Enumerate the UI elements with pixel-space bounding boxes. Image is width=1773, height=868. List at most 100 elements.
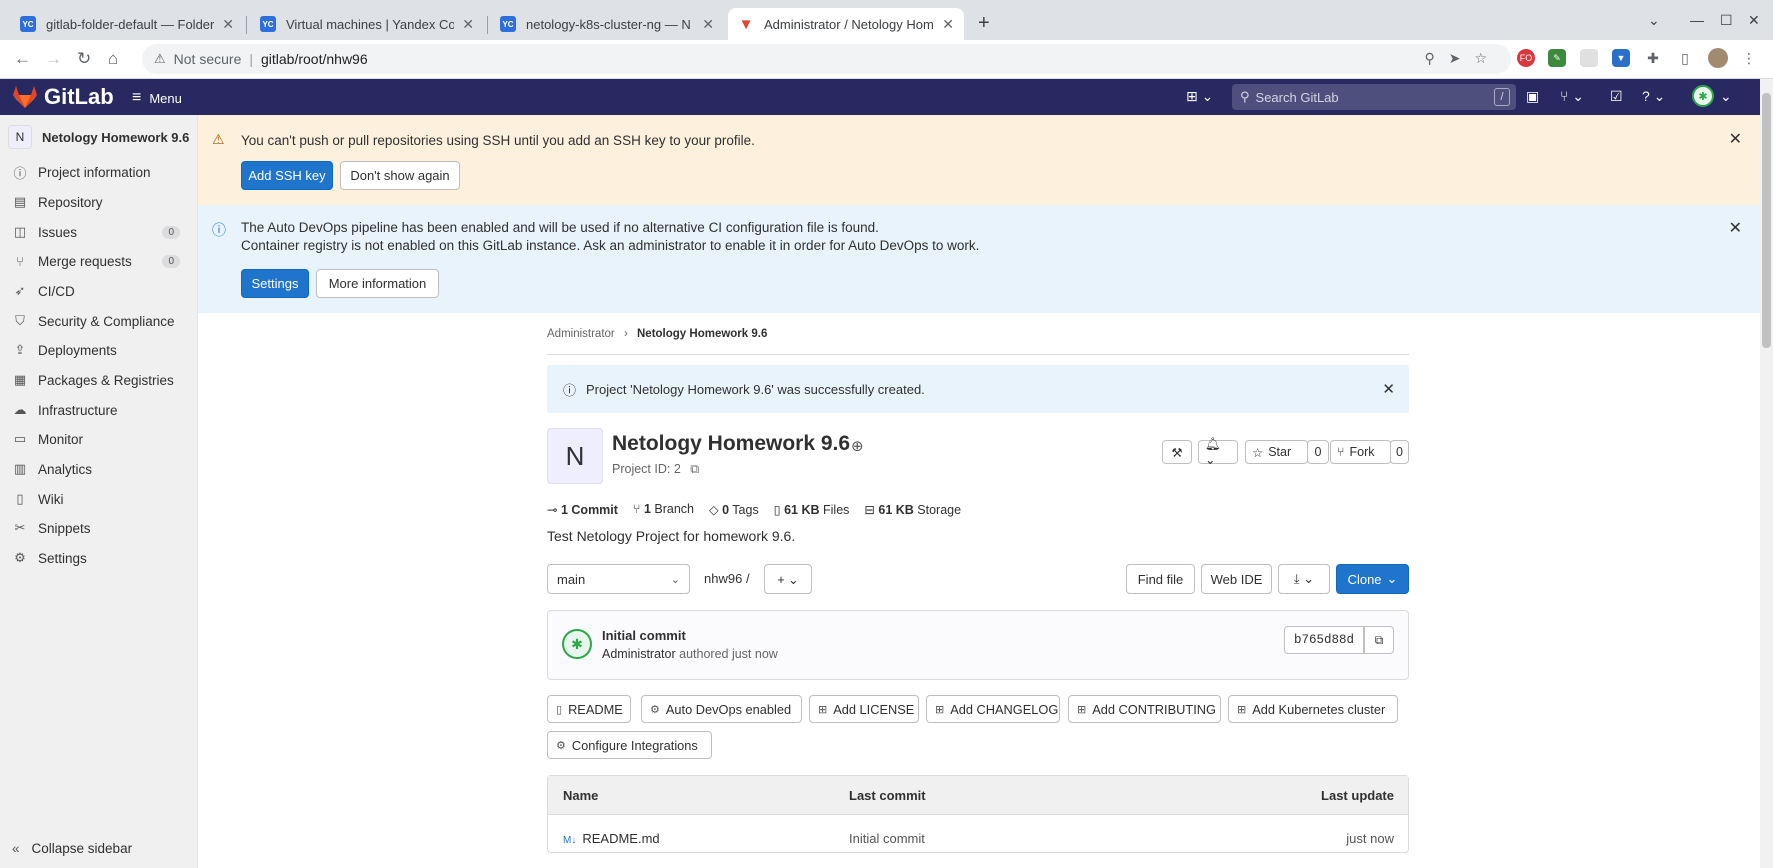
sidebar-item-project-information[interactable]: ⓘ Project information [12, 159, 192, 185]
sidebar-item-settings[interactable]: ⚙ Settings [12, 545, 192, 571]
star-count[interactable]: 0 [1307, 440, 1329, 464]
send-icon[interactable]: ➤ [1449, 50, 1475, 66]
bookmark-star-icon[interactable]: ☆ [1474, 50, 1501, 66]
create-new-icon[interactable]: ⊞ ⌄ [1186, 88, 1213, 105]
add-to-tree-button[interactable]: + ⌄ [764, 564, 812, 594]
sidebar-item-deployments[interactable]: ⇪ Deployments [12, 337, 192, 363]
extension-shield-icon[interactable]: ▼ [1612, 49, 1630, 67]
page-scrollbar[interactable] [1760, 79, 1773, 868]
sidebar-item-merge-requests[interactable]: ⑂ Merge requests 0 [12, 248, 192, 274]
sidebar-item-ci-cd[interactable]: ➶ CI/CD [12, 278, 192, 304]
commit-author[interactable]: Administrator [602, 647, 676, 661]
new-tab-icon[interactable]: + [978, 12, 990, 35]
profile-avatar[interactable] [1708, 48, 1728, 68]
file-name[interactable]: M↓ README.md [563, 831, 660, 846]
help-icon[interactable]: ? ⌄ [1642, 88, 1665, 105]
auto-devops-enabled-button[interactable]: ⚙ Auto DevOps enabled [641, 695, 802, 723]
copy-icon[interactable]: ⧉ [690, 462, 699, 476]
close-tab-icon[interactable]: ✕ [222, 16, 234, 33]
tab-search-icon[interactable]: ⌄ [1648, 12, 1660, 29]
gitlab-logo[interactable]: GitLab [12, 84, 114, 110]
web-ide-button[interactable]: Web IDE [1201, 564, 1272, 594]
fork-button[interactable]: ⑂ Fork [1330, 440, 1391, 464]
sidebar-item-packages[interactable]: ▦ Packages & Registries [12, 367, 192, 393]
browser-tab-1[interactable]: YC gitlab-folder-default — Folder ✕ [10, 8, 244, 40]
commit-sha[interactable]: b765d88d [1283, 626, 1364, 654]
download-button[interactable]: ⤓ ⌄ [1278, 564, 1330, 594]
readme-button[interactable]: ▯ README [547, 695, 631, 723]
tags-stat[interactable]: ◇ 0 Tags [709, 502, 759, 517]
sidebar-item-wiki[interactable]: ▯ Wiki [12, 486, 192, 512]
chevron-down-icon[interactable]: ⌄ [1720, 88, 1732, 105]
add-ssh-key-button[interactable]: Add SSH key [241, 161, 333, 190]
extension-fo-icon[interactable]: FO [1517, 49, 1535, 67]
file-last-commit[interactable]: Initial commit [849, 831, 925, 846]
sidebar-item-analytics[interactable]: ▥ Analytics [12, 456, 192, 482]
sidebar-item-security[interactable]: ⛉ Security & Compliance [12, 308, 192, 334]
commits-stat[interactable]: ⊸ 1 Commit [547, 502, 618, 517]
user-avatar[interactable]: ✱ [1692, 85, 1714, 107]
issues-header-icon[interactable]: ▣ [1526, 88, 1539, 105]
url-text[interactable]: gitlab/root/nhw96 [261, 51, 368, 67]
commit-title[interactable]: Initial commit [602, 628, 686, 643]
dont-show-again-button[interactable]: Don't show again [340, 161, 460, 190]
omnibox-actions[interactable]: ⚲➤☆ [1424, 50, 1501, 67]
breadcrumb-parent[interactable]: Administrator [547, 328, 615, 340]
close-icon[interactable]: ✕ [1729, 218, 1742, 238]
sidebar-project-header[interactable]: N Netology Homework 9.6 [8, 123, 190, 151]
security-label[interactable]: Not secure [174, 51, 242, 67]
add-kubernetes-cluster-button[interactable]: ⊞ Add Kubernetes cluster [1228, 695, 1398, 723]
side-panel-icon[interactable]: ▯ [1676, 49, 1694, 67]
sidebar-item-snippets[interactable]: ✂ Snippets [12, 515, 192, 541]
close-icon[interactable]: ✕ [1729, 129, 1742, 149]
files-stat[interactable]: ▯ 61 KB Files [774, 502, 850, 517]
notifications-wrench-button[interactable]: ⚒ [1162, 440, 1192, 464]
star-button[interactable]: ☆ Star [1245, 440, 1308, 464]
browser-tab-3[interactable]: YC netology-k8s-cluster-ng — N ✕ [490, 8, 724, 40]
todo-icon[interactable]: ☑ [1610, 88, 1623, 105]
reload-icon[interactable]: ↻ [77, 49, 91, 69]
notification-bell-button[interactable]: 🔔︎⌄ [1198, 437, 1238, 467]
storage-stat[interactable]: ⊟ 61 KB Storage [864, 502, 961, 517]
extensions-puzzle-icon[interactable]: ✚ [1644, 49, 1662, 67]
close-icon[interactable]: ✕ [1382, 380, 1395, 398]
extension-green-icon[interactable]: ✎ [1548, 49, 1566, 67]
repo-path-root[interactable]: nhw96 [704, 571, 742, 586]
sidebar-item-issues[interactable]: ◫ Issues 0 [12, 219, 192, 245]
close-tab-icon[interactable]: ✕ [942, 16, 954, 33]
more-information-button[interactable]: More information [316, 269, 439, 298]
minimize-icon[interactable]: — [1690, 12, 1704, 28]
sidebar-item-repository[interactable]: ▤ Repository [12, 189, 192, 215]
collapse-sidebar-button[interactable]: « Collapse sidebar [12, 841, 132, 856]
close-window-icon[interactable]: ✕ [1748, 12, 1760, 29]
breadcrumb-current[interactable]: Netology Homework 9.6 [637, 328, 767, 340]
extension-grey-icon[interactable] [1580, 49, 1598, 67]
search-input[interactable]: ⚲ Search GitLab / [1232, 84, 1516, 110]
browser-tab-4-active[interactable]: ▼ Administrator / Netology Hom ✕ [728, 8, 964, 40]
menu-button[interactable]: ≡ Menu [132, 89, 182, 107]
close-tab-icon[interactable]: ✕ [702, 16, 714, 33]
add-changelog-button[interactable]: ⊞ Add CHANGELOG [926, 695, 1060, 723]
clone-button[interactable]: Clone ⌄ [1336, 564, 1409, 594]
maximize-icon[interactable]: ☐ [1720, 12, 1733, 29]
warning-icon[interactable]: ⚠ [154, 51, 166, 67]
zoom-icon[interactable]: ⚲ [1424, 50, 1448, 66]
browser-tab-2[interactable]: YC Virtual machines | Yandex Com ✕ [250, 8, 484, 40]
back-icon[interactable]: ← [14, 49, 31, 69]
fork-count[interactable]: 0 [1390, 440, 1409, 464]
sidebar-item-infrastructure[interactable]: ☁ Infrastructure [12, 397, 192, 423]
add-license-button[interactable]: ⊞ Add LICENSE [809, 695, 919, 723]
add-contributing-button[interactable]: ⊞ Add CONTRIBUTING [1068, 695, 1221, 723]
configure-integrations-button[interactable]: ⚙ Configure Integrations [547, 731, 712, 759]
browser-menu-icon[interactable]: ⋮ [1740, 49, 1758, 67]
forward-icon[interactable]: → [45, 49, 62, 69]
commit-author-avatar[interactable]: ✱ [562, 629, 592, 659]
branch-selector[interactable]: main ⌄ [547, 564, 690, 594]
close-tab-icon[interactable]: ✕ [462, 16, 474, 33]
find-file-button[interactable]: Find file [1126, 564, 1195, 594]
settings-button[interactable]: Settings [241, 269, 309, 298]
scrollbar-thumb[interactable] [1762, 93, 1771, 348]
copy-sha-button[interactable]: ⧉ [1364, 626, 1394, 654]
sidebar-item-monitor[interactable]: ▭ Monitor [12, 426, 192, 452]
branches-stat[interactable]: ⑂ 1 Branch [633, 502, 694, 517]
